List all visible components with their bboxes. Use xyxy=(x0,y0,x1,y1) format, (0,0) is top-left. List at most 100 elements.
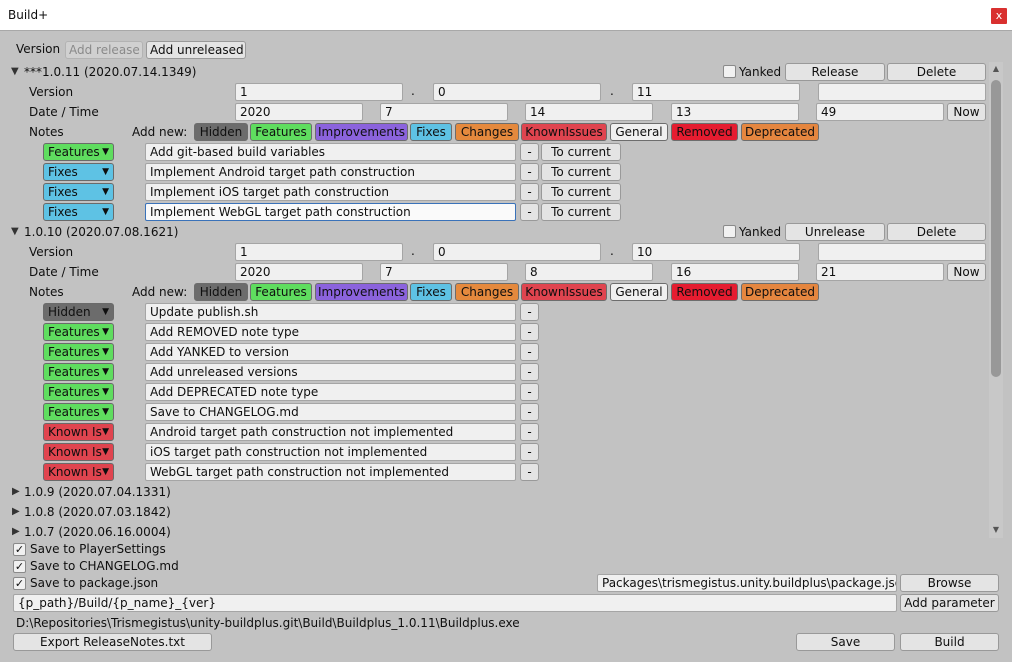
add-features-button[interactable]: Features xyxy=(250,123,312,141)
day-field[interactable]: 8 xyxy=(525,263,653,281)
release-header[interactable]: 1.0.8 (2020.07.03.1842) xyxy=(24,504,171,520)
note-text-field[interactable]: Add git-based build variables xyxy=(145,143,516,161)
note-text-field[interactable]: Add DEPRECATED note type xyxy=(145,383,516,401)
release-header[interactable]: 1.0.10 (2020.07.08.1621) xyxy=(24,224,178,240)
add-general-button[interactable]: General xyxy=(610,123,668,141)
remove-note-button[interactable]: - xyxy=(520,343,539,361)
add-improvements-button[interactable]: Improvements xyxy=(315,123,408,141)
browse-button[interactable]: Browse xyxy=(900,574,999,592)
to-current-button[interactable]: To current xyxy=(541,163,621,181)
build-button[interactable]: Build xyxy=(900,633,999,651)
add-deprecated-button[interactable]: Deprecated xyxy=(741,283,819,301)
note-text-field[interactable]: Implement Android target path constructi… xyxy=(145,163,516,181)
collapse-arrow-icon[interactable]: ▶ xyxy=(12,504,20,520)
note-type-dropdown[interactable]: Hidden ▼ xyxy=(43,303,114,321)
note-type-dropdown[interactable]: Features ▼ xyxy=(43,143,114,161)
build-path-template-field[interactable]: {p_path}/Build/{p_name}_{ver} xyxy=(13,594,897,612)
add-removed-button[interactable]: Removed xyxy=(671,283,738,301)
add-deprecated-button[interactable]: Deprecated xyxy=(741,123,819,141)
release-header[interactable]: 1.0.9 (2020.07.04.1331) xyxy=(24,484,171,500)
remove-note-button[interactable]: - xyxy=(520,443,539,461)
note-type-dropdown[interactable]: Fixes ▼ xyxy=(43,183,114,201)
note-type-dropdown[interactable]: Features ▼ xyxy=(43,363,114,381)
version-minor-field[interactable]: 0 xyxy=(433,83,601,101)
version-suffix-field[interactable] xyxy=(818,243,986,261)
release-header[interactable]: ***1.0.11 (2020.07.14.1349) xyxy=(24,64,196,80)
note-text-field[interactable]: Add YANKED to version xyxy=(145,343,516,361)
remove-note-button[interactable]: - xyxy=(520,303,539,321)
save-player-settings-checkbox[interactable]: ✓ xyxy=(13,543,26,556)
year-field[interactable]: 2020 xyxy=(235,103,363,121)
package-path-field[interactable]: Packages\trismegistus.unity.buildplus\pa… xyxy=(597,574,897,592)
note-text-field[interactable]: Add unreleased versions xyxy=(145,363,516,381)
note-type-dropdown[interactable]: Known Is ▼ xyxy=(43,423,114,441)
add-hidden-button[interactable]: Hidden xyxy=(194,283,248,301)
add-knownissues-button[interactable]: KnownIssues xyxy=(521,283,607,301)
release-button[interactable]: Release xyxy=(785,63,885,81)
scroll-down-icon[interactable]: ▼ xyxy=(989,525,1003,534)
note-type-dropdown[interactable]: Features ▼ xyxy=(43,403,114,421)
save-package-json-checkbox[interactable]: ✓ xyxy=(13,577,26,590)
add-knownissues-button[interactable]: KnownIssues xyxy=(521,123,607,141)
year-field[interactable]: 2020 xyxy=(235,263,363,281)
note-type-dropdown[interactable]: Fixes ▼ xyxy=(43,203,114,221)
scroll-up-icon[interactable]: ▲ xyxy=(989,64,1003,73)
month-field[interactable]: 7 xyxy=(380,263,508,281)
to-current-button[interactable]: To current xyxy=(541,143,621,161)
note-text-field[interactable]: Android target path construction not imp… xyxy=(145,423,516,441)
note-text-field[interactable]: WebGL target path construction not imple… xyxy=(145,463,516,481)
add-improvements-button[interactable]: Improvements xyxy=(315,283,408,301)
minute-field[interactable]: 21 xyxy=(816,263,944,281)
note-type-dropdown[interactable]: Features ▼ xyxy=(43,383,114,401)
version-patch-field[interactable]: 10 xyxy=(632,243,800,261)
note-type-dropdown[interactable]: Features ▼ xyxy=(43,323,114,341)
day-field[interactable]: 14 xyxy=(525,103,653,121)
add-changes-button[interactable]: Changes xyxy=(455,283,519,301)
add-features-button[interactable]: Features xyxy=(250,283,312,301)
note-text-field[interactable]: Implement iOS target path construction xyxy=(145,183,516,201)
add-general-button[interactable]: General xyxy=(610,283,668,301)
add-changes-button[interactable]: Changes xyxy=(455,123,519,141)
remove-note-button[interactable]: - xyxy=(520,323,539,341)
save-changelog-checkbox[interactable]: ✓ xyxy=(13,560,26,573)
version-minor-field[interactable]: 0 xyxy=(433,243,601,261)
now-button[interactable]: Now xyxy=(947,103,986,121)
hour-field[interactable]: 13 xyxy=(671,103,799,121)
add-fixes-button[interactable]: Fixes xyxy=(410,283,452,301)
add-unreleased-button[interactable]: Add unreleased xyxy=(146,41,246,59)
delete-button[interactable]: Delete xyxy=(887,223,986,241)
note-text-field[interactable]: iOS target path construction not impleme… xyxy=(145,443,516,461)
unrelease-button[interactable]: Unrelease xyxy=(785,223,885,241)
remove-note-button[interactable]: - xyxy=(520,203,539,221)
note-type-dropdown[interactable]: Features ▼ xyxy=(43,343,114,361)
remove-note-button[interactable]: - xyxy=(520,463,539,481)
add-parameter-button[interactable]: Add parameter xyxy=(900,594,999,612)
note-text-field[interactable]: Save to CHANGELOG.md xyxy=(145,403,516,421)
remove-note-button[interactable]: - xyxy=(520,143,539,161)
remove-note-button[interactable]: - xyxy=(520,163,539,181)
save-button[interactable]: Save xyxy=(796,633,895,651)
to-current-button[interactable]: To current xyxy=(541,183,621,201)
now-button[interactable]: Now xyxy=(947,263,986,281)
add-fixes-button[interactable]: Fixes xyxy=(410,123,452,141)
add-hidden-button[interactable]: Hidden xyxy=(194,123,248,141)
version-major-field[interactable]: 1 xyxy=(235,243,403,261)
note-type-dropdown[interactable]: Fixes ▼ xyxy=(43,163,114,181)
remove-note-button[interactable]: - xyxy=(520,403,539,421)
version-major-field[interactable]: 1 xyxy=(235,83,403,101)
yanked-checkbox[interactable] xyxy=(723,225,736,238)
note-type-dropdown[interactable]: Known Is ▼ xyxy=(43,443,114,461)
expand-arrow-icon[interactable]: ▼ xyxy=(11,224,19,240)
expand-arrow-icon[interactable]: ▼ xyxy=(11,64,19,80)
remove-note-button[interactable]: - xyxy=(520,363,539,381)
note-text-field[interactable]: Update publish.sh xyxy=(145,303,516,321)
delete-button[interactable]: Delete xyxy=(887,63,986,81)
version-patch-field[interactable]: 11 xyxy=(632,83,800,101)
yanked-checkbox[interactable] xyxy=(723,65,736,78)
to-current-button[interactable]: To current xyxy=(541,203,621,221)
month-field[interactable]: 7 xyxy=(380,103,508,121)
close-button[interactable]: x xyxy=(991,8,1007,24)
release-header[interactable]: 1.0.7 (2020.06.16.0004) xyxy=(24,524,171,540)
add-removed-button[interactable]: Removed xyxy=(671,123,738,141)
note-type-dropdown[interactable]: Known Is ▼ xyxy=(43,463,114,481)
